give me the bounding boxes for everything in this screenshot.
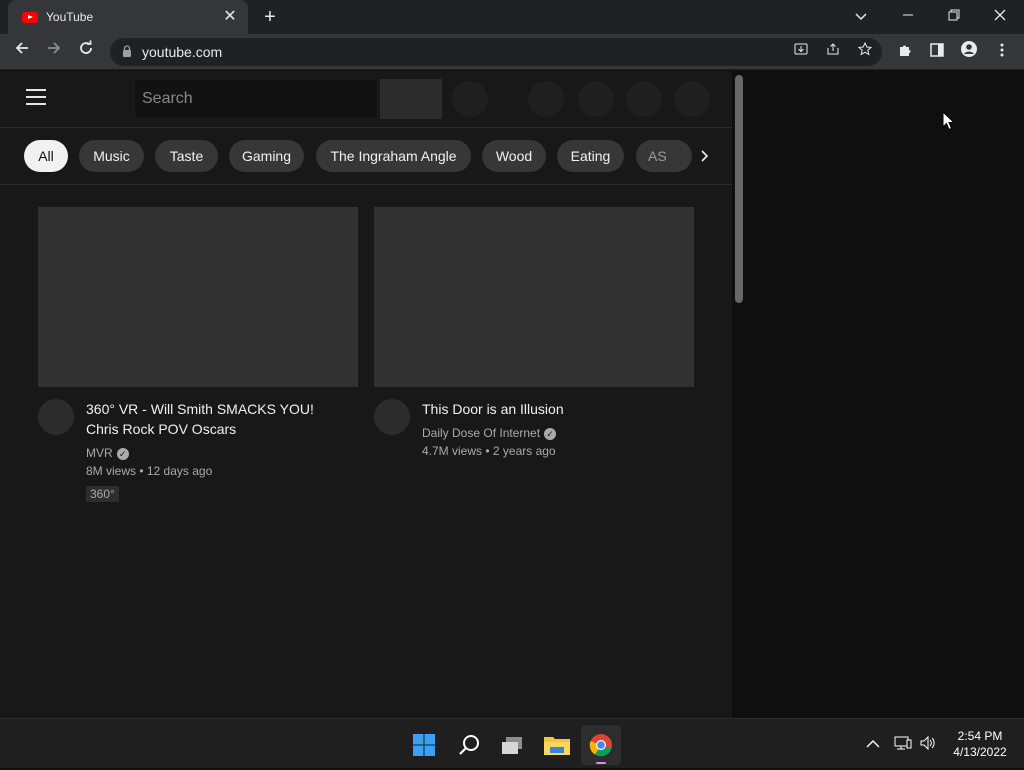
- chip-music[interactable]: Music: [79, 140, 144, 172]
- extensions-puzzle-icon[interactable]: [893, 40, 917, 64]
- browser-tabstrip: YouTube ✕ +: [0, 0, 1024, 34]
- minimize-button[interactable]: [893, 4, 923, 28]
- restore-button[interactable]: [939, 4, 969, 28]
- windows-taskbar: 2:54 PM 4/13/2022: [0, 718, 1024, 768]
- chip-wood[interactable]: Wood: [482, 140, 546, 172]
- forward-arrow-icon[interactable]: [42, 40, 66, 64]
- search-input[interactable]: Search: [134, 79, 378, 119]
- video-meta: 8M views • 12 days ago: [86, 464, 213, 478]
- youtube-favicon-icon: [22, 11, 38, 23]
- video-thumbnail[interactable]: [374, 207, 694, 387]
- tab-title: YouTube: [46, 10, 94, 24]
- task-view-icon[interactable]: [493, 725, 533, 765]
- side-panel-icon[interactable]: [925, 40, 949, 64]
- tray-overflow-chevron-icon[interactable]: [866, 736, 884, 752]
- page-scrollbar[interactable]: [735, 75, 743, 303]
- chip-all[interactable]: All: [24, 140, 68, 172]
- channel-name[interactable]: Daily Dose Of Internet ✓: [422, 424, 557, 442]
- channel-avatar[interactable]: [374, 399, 410, 435]
- channel-name[interactable]: MVR ✓: [86, 444, 129, 462]
- masthead-icon-placeholder: [528, 81, 564, 117]
- file-explorer-icon[interactable]: [537, 725, 577, 765]
- start-windows-icon[interactable]: [404, 725, 444, 765]
- share-icon[interactable]: [822, 41, 844, 63]
- close-window-button[interactable]: [985, 4, 1015, 28]
- browser-toolbar: youtube.com: [0, 34, 1024, 70]
- mouse-cursor-icon: [942, 110, 956, 131]
- channel-avatar[interactable]: [38, 399, 74, 435]
- browser-tab-youtube[interactable]: YouTube ✕: [8, 0, 248, 34]
- verified-check-icon: ✓: [116, 447, 129, 460]
- install-app-icon[interactable]: [790, 41, 812, 63]
- lock-icon: [122, 44, 134, 60]
- reload-icon[interactable]: [74, 40, 98, 64]
- volume-icon[interactable]: [919, 735, 939, 753]
- url-text: youtube.com: [142, 44, 223, 60]
- video-title[interactable]: 360° VR - Will Smith SMACKS YOU! Chris R…: [86, 399, 346, 439]
- video-meta: 4.7M views • 2 years ago: [422, 444, 556, 458]
- video-title[interactable]: This Door is an Illusion: [422, 399, 682, 419]
- masthead-icon-placeholder: [578, 81, 614, 117]
- youtube-masthead: Search: [0, 71, 732, 127]
- new-tab-button[interactable]: +: [258, 6, 282, 30]
- hamburger-menu-icon[interactable]: [26, 89, 46, 105]
- chip-taste[interactable]: Taste: [155, 140, 218, 172]
- masthead-icon-placeholder: [626, 81, 662, 117]
- address-bar[interactable]: youtube.com: [110, 38, 882, 66]
- chip-eating[interactable]: Eating: [557, 140, 624, 172]
- chip-the-ingraham-angle[interactable]: The Ingraham Angle: [316, 140, 471, 172]
- video-thumbnail[interactable]: [38, 207, 358, 387]
- chip-bar: All Music Taste Gaming The Ingraham Angl…: [0, 127, 732, 185]
- voice-search-placeholder: [452, 81, 488, 117]
- profile-avatar-icon[interactable]: [957, 40, 981, 64]
- verified-check-icon: ✓: [544, 427, 557, 440]
- chrome-taskbar-icon[interactable]: [581, 725, 621, 765]
- system-clock[interactable]: 2:54 PM 4/13/2022: [944, 728, 1016, 760]
- chip-gaming[interactable]: Gaming: [229, 140, 304, 172]
- search-button[interactable]: [380, 79, 442, 119]
- browser-menu-icon[interactable]: [990, 40, 1014, 64]
- browser-viewport: Search All Music Taste Gaming The Ingrah…: [0, 71, 1024, 718]
- chevron-right-icon[interactable]: [690, 140, 718, 172]
- chip-as-partial[interactable]: AS: [636, 140, 692, 172]
- tab-search-chevron-icon[interactable]: [846, 4, 876, 28]
- tab-close-icon[interactable]: ✕: [220, 7, 240, 27]
- masthead-icon-placeholder: [674, 81, 710, 117]
- youtube-page: Search All Music Taste Gaming The Ingrah…: [0, 71, 732, 718]
- back-arrow-icon[interactable]: [10, 40, 34, 64]
- search-icon[interactable]: [449, 725, 489, 765]
- network-icon[interactable]: [894, 735, 914, 753]
- bookmark-star-icon[interactable]: [854, 41, 876, 63]
- badge-360: 360°: [86, 485, 119, 503]
